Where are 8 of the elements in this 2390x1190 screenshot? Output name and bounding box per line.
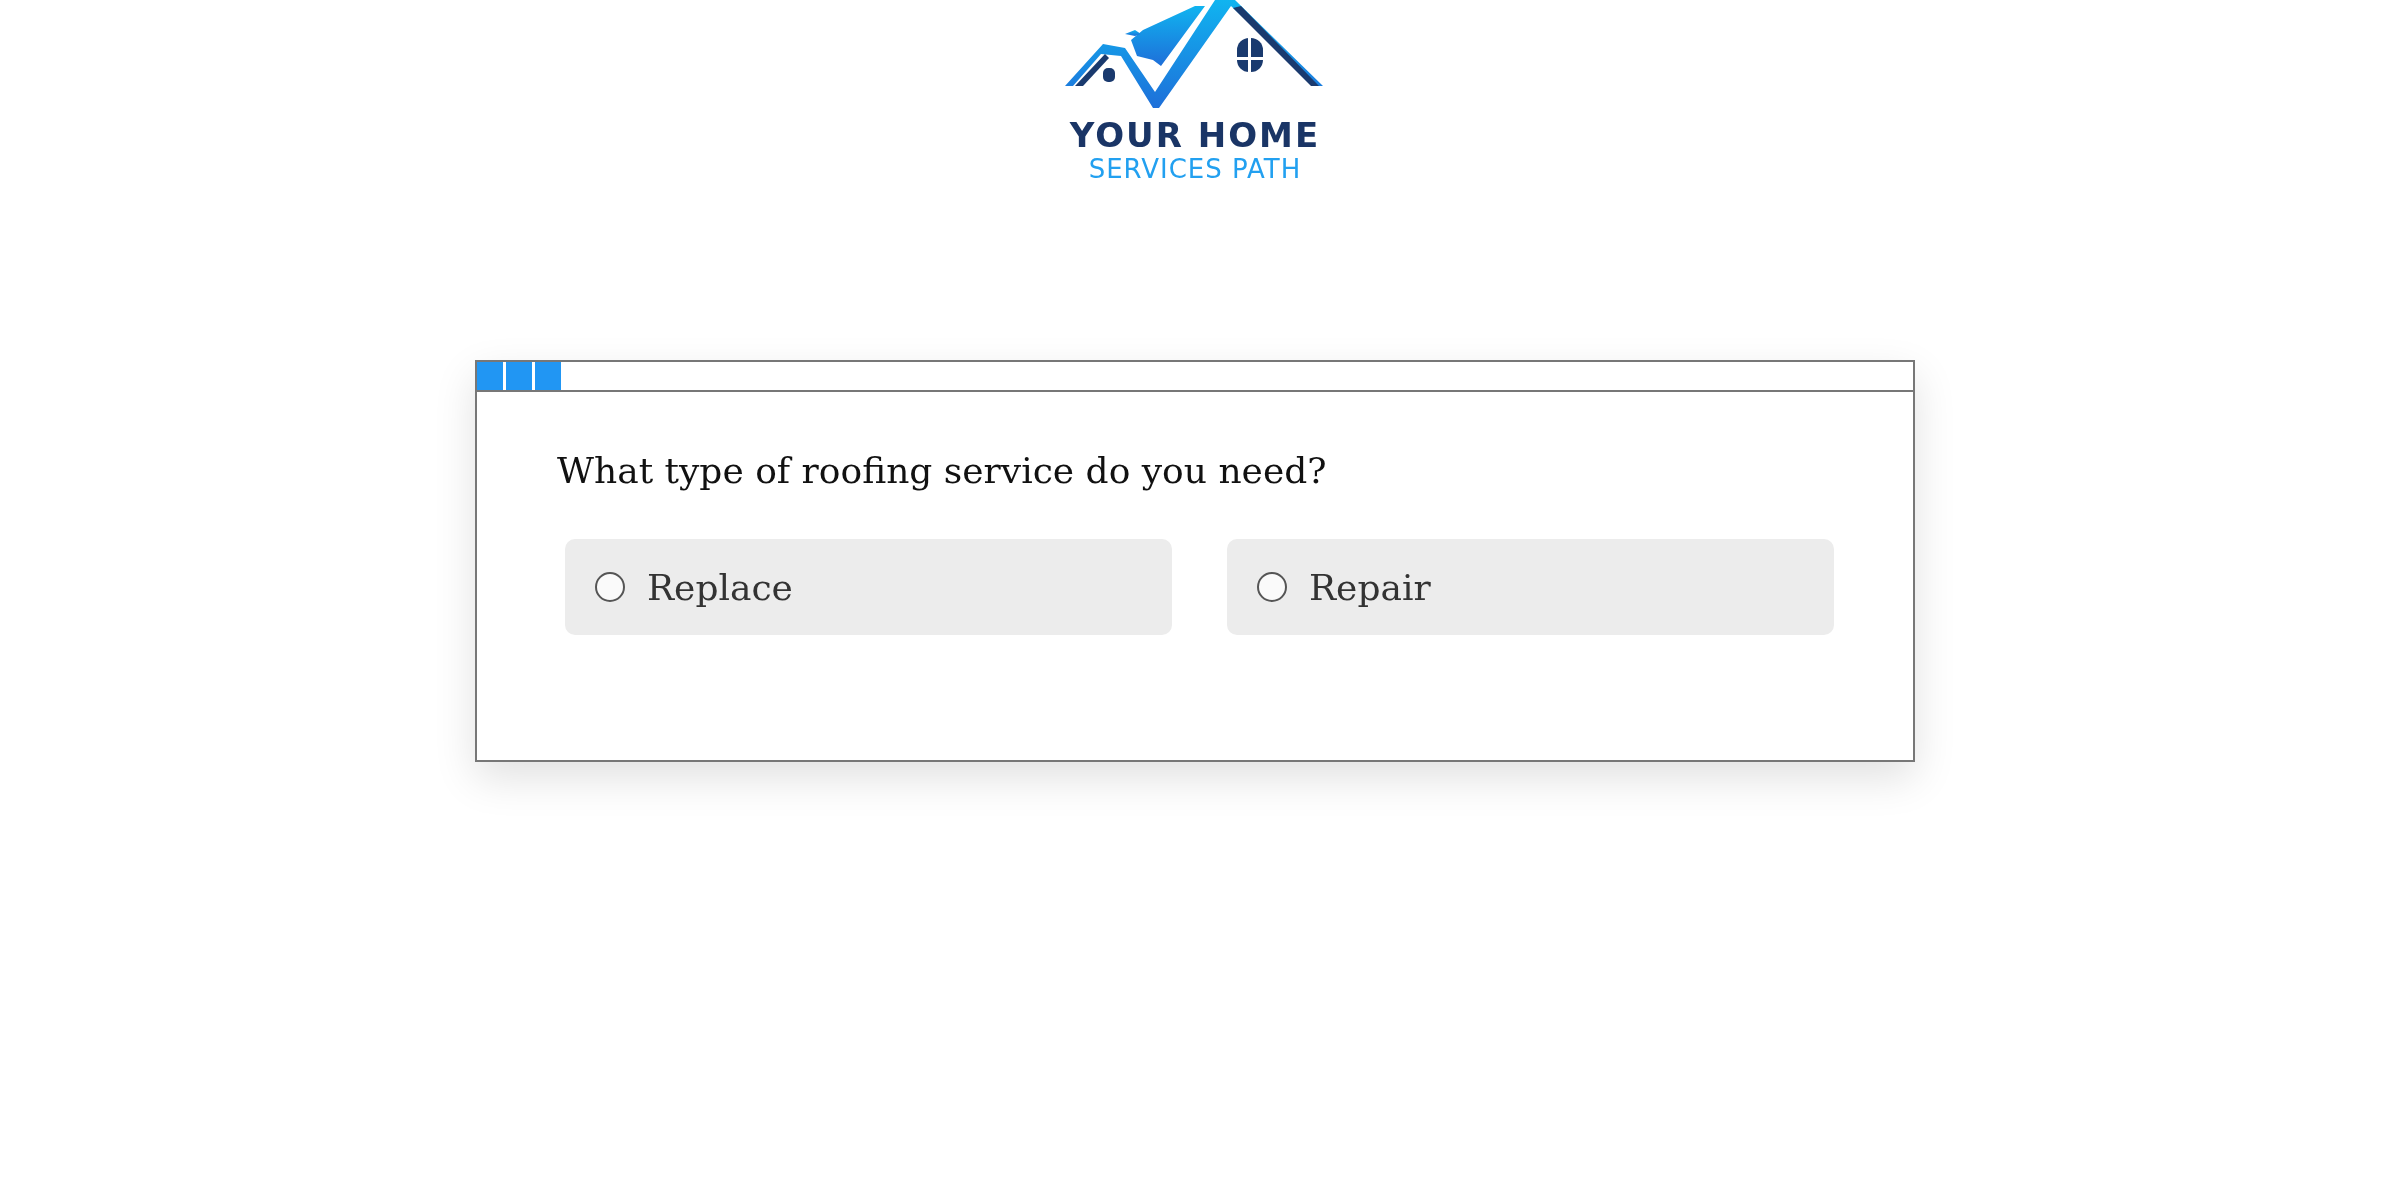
logo-title: YOUR HOME <box>1069 116 1321 154</box>
logo-subtitle: SERVICES PATH <box>1088 154 1302 184</box>
option-button[interactable]: Repair <box>1227 539 1834 635</box>
house-roof-icon <box>1065 0 1325 110</box>
option-button[interactable]: Replace <box>565 539 1172 635</box>
question-text: What type of roofing service do you need? <box>557 450 1328 491</box>
radio-button[interactable] <box>595 572 625 602</box>
radio-button[interactable] <box>1257 572 1287 602</box>
